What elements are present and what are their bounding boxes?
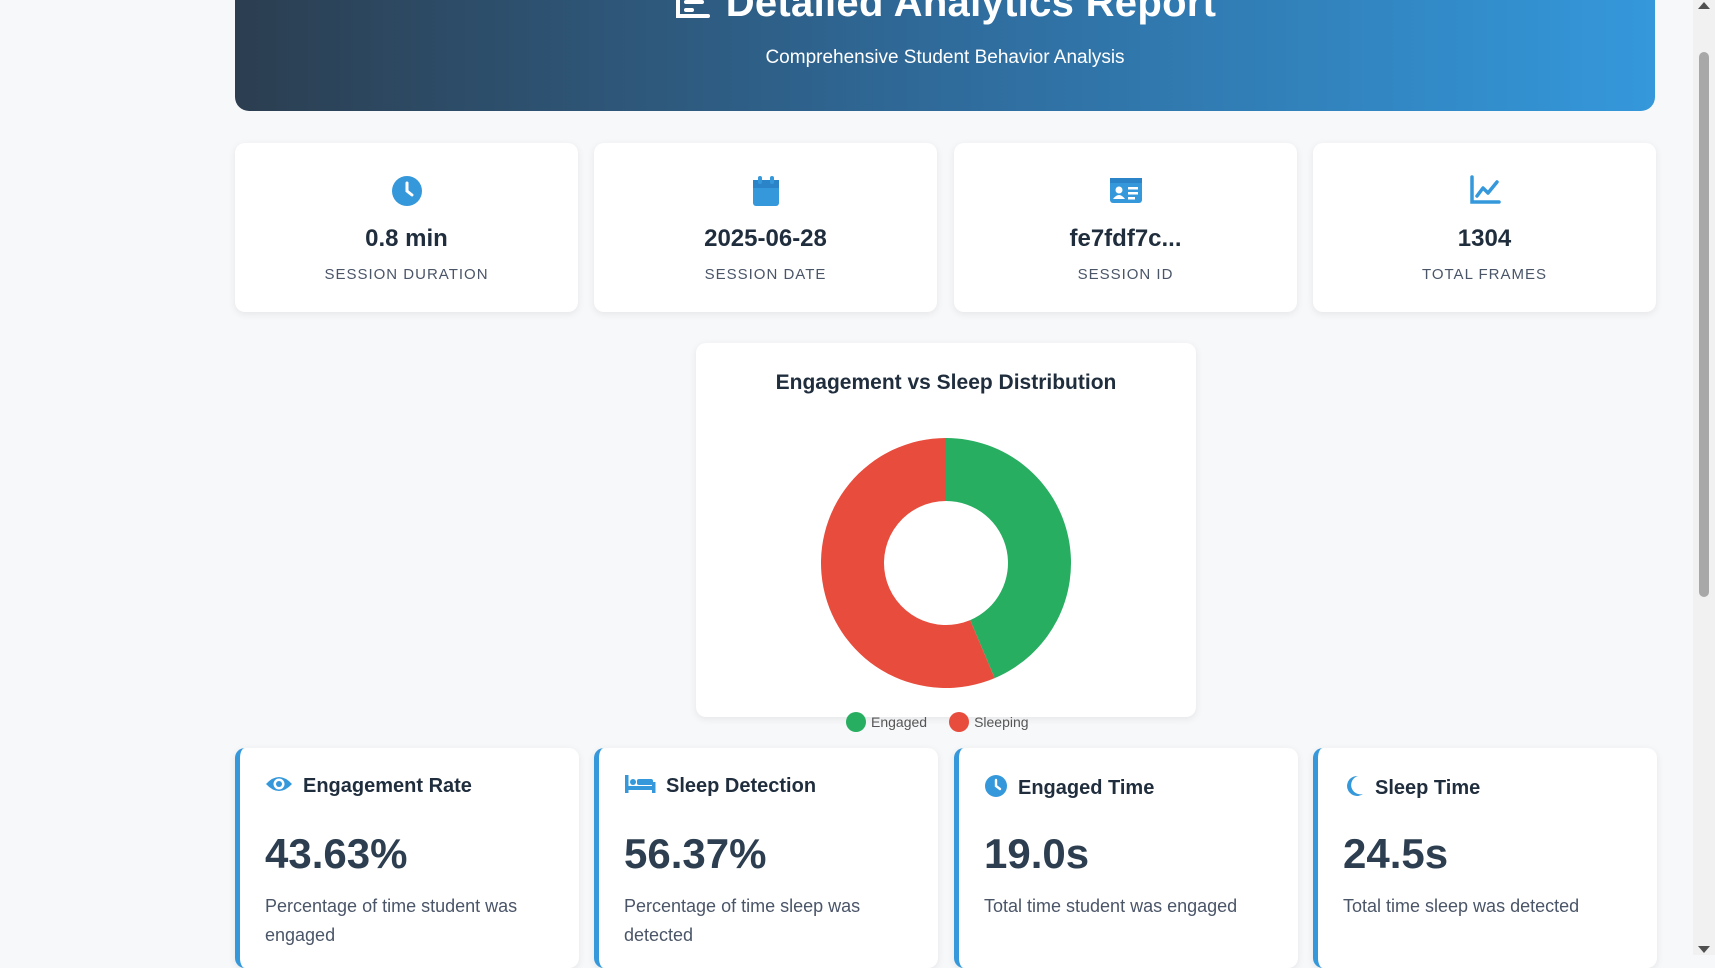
legend-swatch-engaged bbox=[846, 712, 866, 732]
clock-icon bbox=[984, 774, 1008, 803]
scroll-up-arrow-icon[interactable] bbox=[1698, 2, 1710, 9]
legend-label-engaged: Engaged bbox=[871, 714, 928, 730]
metric-card-sleep-time: Sleep Time 24.5s Total time sleep was de… bbox=[1313, 748, 1657, 968]
scrollbar[interactable] bbox=[1693, 0, 1715, 955]
metric-title: Sleep Time bbox=[1375, 777, 1481, 799]
scroll-down-arrow-icon[interactable] bbox=[1698, 946, 1710, 953]
metric-card-sleep-detection: Sleep Detection 56.37% Percentage of tim… bbox=[594, 748, 938, 968]
stat-value: fe7fdf7c... bbox=[1069, 225, 1182, 252]
id-card-icon bbox=[954, 175, 1297, 207]
stat-label: SESSION DURATION bbox=[324, 266, 489, 283]
stat-value: 1304 bbox=[1457, 225, 1512, 252]
bed-icon bbox=[624, 774, 656, 799]
metric-value: 43.63% bbox=[265, 830, 408, 877]
stat-card-session-date: 2025-06-28 SESSION DATE bbox=[594, 143, 937, 312]
metric-description: Total time sleep was detected bbox=[1343, 896, 1580, 916]
title-row: Detailed Analytics Report bbox=[235, 0, 1655, 26]
chart-card: Engagement vs Sleep Distribution bbox=[696, 343, 1196, 717]
page-title: Detailed Analytics Report bbox=[725, 0, 1217, 25]
metric-card-engagement-rate: Engagement Rate 43.63% Percentage of tim… bbox=[235, 748, 579, 968]
scroll-thumb[interactable] bbox=[1699, 52, 1709, 597]
stat-card-session-duration: 0.8 min SESSION DURATION bbox=[235, 143, 578, 312]
eye-icon bbox=[265, 774, 293, 799]
metric-description: Percentage of time student was engaged bbox=[265, 896, 518, 945]
metric-description: Total time student was engaged bbox=[984, 896, 1238, 916]
stat-value: 2025-06-28 bbox=[704, 225, 827, 252]
stat-label: SESSION DATE bbox=[704, 266, 827, 283]
stat-label: TOTAL FRAMES bbox=[1421, 266, 1548, 283]
legend-label-sleeping: Sleeping bbox=[974, 714, 1029, 730]
chart-legend: Engaged Sleeping bbox=[846, 712, 1029, 732]
clock-icon bbox=[235, 175, 578, 207]
donut-chart bbox=[821, 438, 1071, 688]
moon-icon bbox=[1343, 774, 1365, 803]
metric-value: 24.5s bbox=[1343, 830, 1449, 877]
chart-line-icon bbox=[1313, 175, 1656, 207]
legend-item-engaged[interactable]: Engaged bbox=[846, 712, 927, 732]
metric-title: Engagement Rate bbox=[303, 775, 472, 797]
report-icon bbox=[674, 0, 712, 25]
calendar-icon bbox=[594, 175, 937, 207]
metric-title: Engaged Time bbox=[1018, 777, 1155, 799]
metric-value: 19.0s bbox=[984, 830, 1090, 877]
legend-swatch-sleeping bbox=[949, 712, 970, 732]
stat-value: 0.8 min bbox=[365, 225, 448, 252]
stat-card-total-frames: 1304 TOTAL FRAMES bbox=[1313, 143, 1656, 312]
metric-value: 56.37% bbox=[624, 830, 767, 877]
metric-card-engaged-time: Engaged Time 19.0s Total time student wa… bbox=[954, 748, 1298, 968]
stat-label: SESSION ID bbox=[1077, 266, 1174, 283]
report-header: Detailed Analytics Report Comprehensive … bbox=[235, 0, 1655, 111]
legend-item-sleeping[interactable]: Sleeping bbox=[949, 712, 1029, 732]
page-subtitle: Comprehensive Student Behavior Analysis bbox=[765, 47, 1125, 68]
metric-title: Sleep Detection bbox=[666, 775, 817, 797]
metric-description: Percentage of time sleep was detected bbox=[624, 896, 861, 945]
stat-card-session-id: fe7fdf7c... SESSION ID bbox=[954, 143, 1297, 312]
